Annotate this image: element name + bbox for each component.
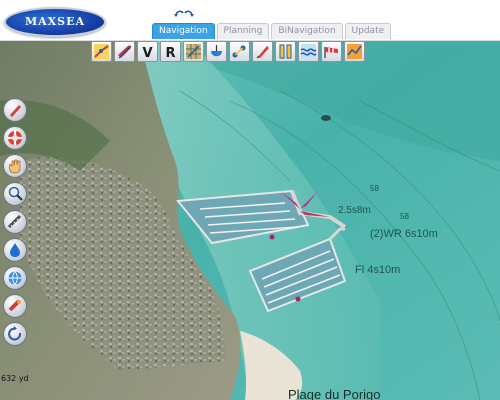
route-button[interactable]: [91, 41, 112, 62]
pencil-icon: [10, 105, 21, 117]
maxsea-logo: MAXSEA: [4, 7, 106, 37]
tab-planning[interactable]: Planning: [216, 23, 270, 39]
draw-tool-button[interactable]: [3, 98, 27, 122]
ship-button[interactable]: [114, 41, 135, 62]
depth-tool-button[interactable]: [3, 238, 27, 262]
tab-update[interactable]: Update: [344, 23, 392, 39]
top-toolbar: V R: [91, 41, 365, 62]
globe-tool-button[interactable]: [3, 266, 27, 290]
tide-gauge-icon: [211, 45, 222, 57]
wave-icon: [300, 44, 317, 59]
route-icon: [94, 44, 109, 59]
v-letter-icon: V: [143, 46, 153, 60]
pan-tool-button[interactable]: [3, 154, 27, 178]
undo-redo-icon[interactable]: [173, 8, 195, 20]
waypoints-icon: [232, 45, 246, 58]
ruler-icon: [7, 214, 22, 229]
globe-icon: [8, 271, 22, 285]
bars-button[interactable]: [275, 41, 296, 62]
tide-button[interactable]: [206, 41, 227, 62]
r-letter-icon: R: [166, 46, 176, 60]
orange-chart-icon: [347, 44, 362, 59]
windsock-icon: [324, 47, 338, 58]
scale-readout: 632 yd: [1, 374, 29, 383]
depth-label-2: 58: [400, 212, 409, 221]
light-label-3: 2.5s8m: [338, 205, 371, 216]
depth-label-1: 58: [370, 184, 379, 193]
waypoints-button[interactable]: [229, 41, 250, 62]
light-label-2: Fl 4s10m: [355, 264, 400, 276]
orange-chart-button[interactable]: [344, 41, 365, 62]
wind-button[interactable]: [321, 41, 342, 62]
chart-grid-button[interactable]: [183, 41, 204, 62]
rotate-icon: [8, 326, 22, 341]
svg-text:V: V: [143, 46, 153, 60]
range-button[interactable]: R: [160, 41, 181, 62]
tab-navigation[interactable]: Navigation: [152, 23, 215, 39]
left-toolbar: [3, 98, 27, 346]
pen-button[interactable]: [252, 41, 273, 62]
vector-button[interactable]: V: [137, 41, 158, 62]
place-label: Plage du Porigo: [288, 387, 381, 400]
mob-button[interactable]: [3, 126, 27, 150]
top-bar: MAXSEA Navigation Planning BiNavigation …: [0, 0, 500, 41]
satellite-tool-button[interactable]: [3, 294, 27, 318]
rotate-tool-button[interactable]: [3, 322, 27, 346]
waterdrop-icon: [10, 243, 20, 257]
maxsea-window: Plage du Porigo (2)WR 6s10m Fl 4s10m 2.5…: [0, 0, 500, 400]
red-pen-icon: [256, 46, 269, 59]
lifebuoy-icon: [8, 131, 22, 145]
wave-button[interactable]: [298, 41, 319, 62]
chart-grid-icon: [186, 44, 201, 59]
yellow-bars-icon: [279, 44, 292, 59]
hand-pan-icon: [8, 159, 21, 174]
light-label-1: (2)WR 6s10m: [370, 228, 438, 240]
tab-binavigation[interactable]: BiNavigation: [271, 23, 343, 39]
red-ship-icon: [118, 45, 132, 59]
satellite-icon: [8, 299, 21, 312]
measure-tool-button[interactable]: [3, 210, 27, 234]
svg-text:R: R: [166, 46, 176, 60]
logo-text: MAXSEA: [24, 15, 86, 28]
rock-marker: [321, 115, 331, 121]
magnifier-icon: [8, 186, 23, 201]
chart-3d-view[interactable]: Plage du Porigo (2)WR 6s10m Fl 4s10m 2.5…: [0, 41, 500, 400]
mode-tabs: Navigation Planning BiNavigation Update: [152, 23, 392, 39]
zoom-tool-button[interactable]: [3, 182, 27, 206]
